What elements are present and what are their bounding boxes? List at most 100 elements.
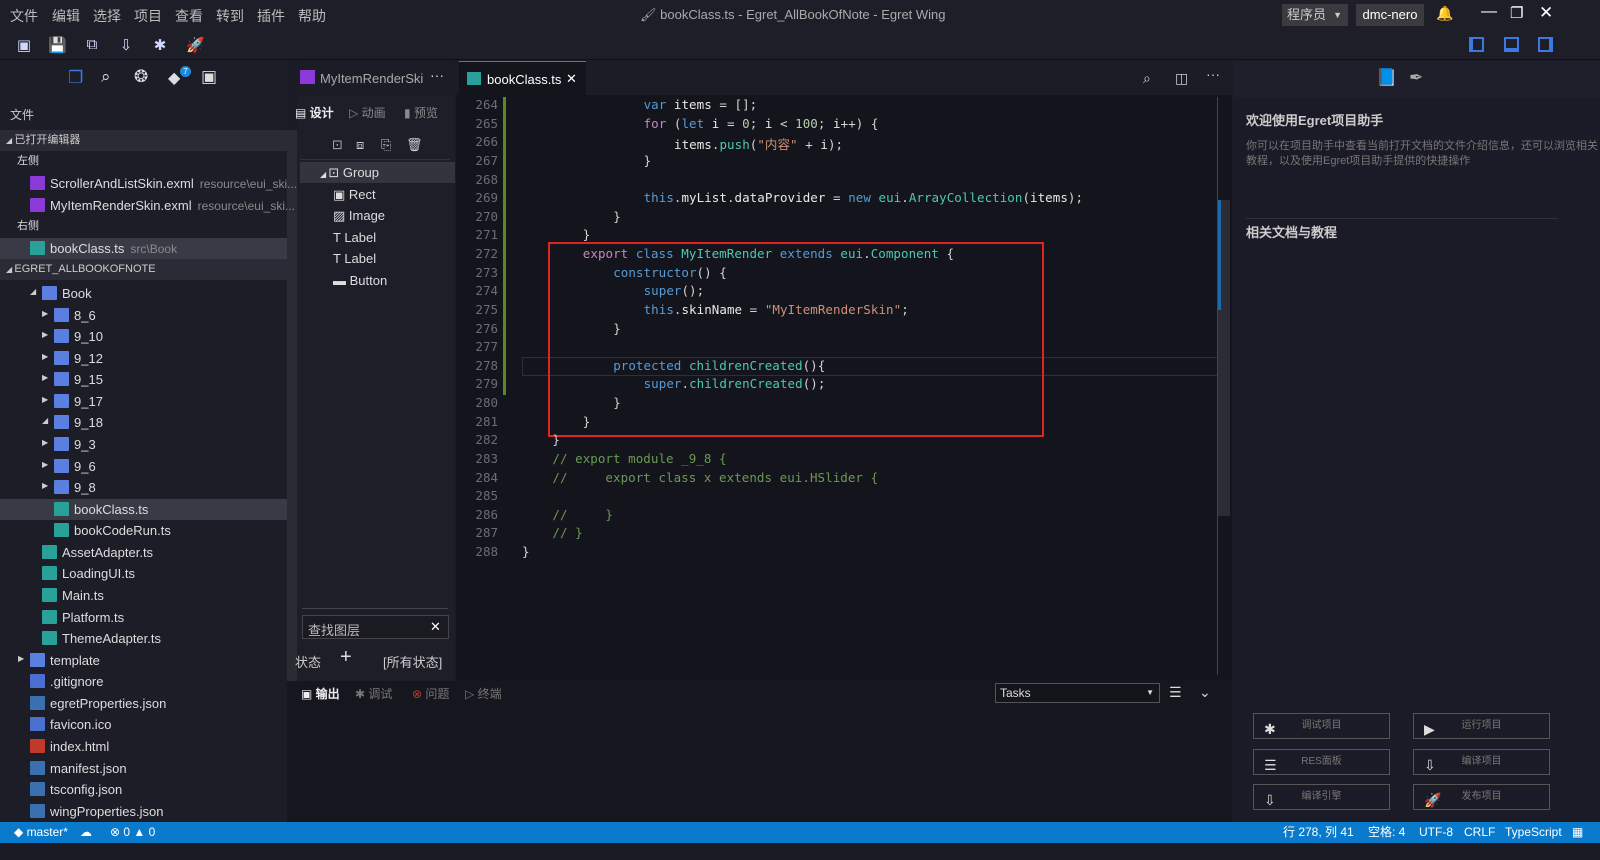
feather-icon[interactable]: ✒	[1409, 68, 1423, 88]
clear-icon[interactable]: ✕	[430, 619, 441, 635]
open-editor-item[interactable]: ScrollerAndListSkin.exml resource\eui_ski…	[0, 173, 297, 194]
chevron-down-icon[interactable]: ◢	[30, 287, 36, 296]
feedback-icon[interactable]: ▦	[1572, 822, 1583, 843]
tree-item[interactable]: AssetAdapter.ts	[0, 542, 287, 563]
chevron-right-icon[interactable]: ▶	[42, 309, 48, 318]
git-branch[interactable]: ◆ master*	[14, 822, 68, 843]
debug-icon[interactable]: ✱	[151, 36, 169, 54]
menu-1[interactable]: 编辑	[52, 6, 80, 26]
panel-tab-2[interactable]: ⊗ 问题	[412, 685, 449, 702]
toggle-right-panel-icon[interactable]	[1538, 37, 1553, 52]
ungroup-icon[interactable]: ⧈	[356, 137, 364, 153]
mode-tab-0[interactable]: ▤ 设计	[295, 104, 334, 121]
collapse-panel-icon[interactable]: ⌄	[1199, 684, 1211, 701]
mode-tab-2[interactable]: ▮ 预览	[404, 104, 438, 121]
toggle-sidebar-icon[interactable]	[1469, 37, 1484, 52]
tasks-select[interactable]: Tasks ▼	[995, 683, 1160, 703]
tree-item[interactable]: Main.ts	[0, 585, 287, 606]
build-icon[interactable]: ⇩	[117, 36, 135, 54]
tree-item[interactable]: Book	[0, 283, 287, 304]
menu-2[interactable]: 选择	[93, 6, 121, 26]
toggle-panel-icon[interactable]	[1504, 37, 1519, 52]
tree-item[interactable]: bookClass.ts	[0, 498, 287, 520]
book-icon[interactable]: 📘	[1376, 68, 1397, 88]
trash-icon[interactable]: 🗑	[406, 137, 423, 153]
close-tab-icon[interactable]: ✕	[566, 71, 577, 87]
explorer-icon[interactable]: ❐	[68, 68, 83, 88]
add-state-button[interactable]: +	[340, 646, 352, 669]
menu-5[interactable]: 转到	[216, 6, 244, 26]
role-select[interactable]: 程序员 ▼	[1282, 4, 1348, 26]
action-button[interactable]: ▶ 运行项目	[1413, 713, 1550, 739]
tree-item[interactable]: Platform.ts	[0, 607, 287, 628]
indentation[interactable]: 空格: 4	[1368, 822, 1405, 843]
chevron-right-icon[interactable]: ▶	[18, 654, 24, 663]
action-button[interactable]: ✱ 调试项目	[1253, 713, 1390, 739]
all-states-select[interactable]: [所有状态]	[383, 652, 442, 671]
publish-rocket-icon[interactable]: 🚀	[186, 36, 205, 54]
tree-item[interactable]: index.html	[0, 736, 287, 757]
chevron-right-icon[interactable]: ▶	[42, 395, 48, 404]
extensions-icon[interactable]: ❂	[134, 67, 148, 87]
menu-4[interactable]: 查看	[175, 6, 203, 26]
chevron-right-icon[interactable]: ▶	[42, 373, 48, 382]
mode-tab-1[interactable]: ▷ 动画	[349, 104, 386, 121]
action-button[interactable]: ⇩ 编译项目	[1413, 748, 1550, 775]
layer-item[interactable]: T Label	[300, 227, 455, 248]
chevron-right-icon[interactable]: ▶	[42, 352, 48, 361]
tree-item[interactable]: bookCodeRun.ts	[0, 520, 287, 541]
tree-item[interactable]: LoadingUI.ts	[0, 563, 287, 584]
find-icon[interactable]: ⌕	[1143, 70, 1151, 87]
panel-tab-3[interactable]: ▷ 终端	[465, 685, 502, 702]
action-button[interactable]: 🚀 发布项目	[1413, 784, 1550, 810]
action-button[interactable]: ⇩ 编译引擎	[1253, 784, 1390, 810]
chevron-down-icon[interactable]: ◢	[42, 416, 48, 425]
layer-item[interactable]: ▬ Button	[300, 270, 455, 291]
split-editor-icon[interactable]: ◫	[1175, 70, 1188, 87]
problems-indicator[interactable]: ⊗ 0 ▲ 0	[110, 822, 155, 843]
menu-6[interactable]: 插件	[257, 6, 285, 26]
layer-item[interactable]: ▣ Rect	[300, 184, 455, 205]
cursor-position[interactable]: 行 278, 列 41	[1283, 822, 1354, 843]
ts-file-icon[interactable]: ⎘	[381, 137, 391, 153]
action-button[interactable]: ☰ RES面板	[1253, 748, 1390, 775]
layer-search-input[interactable]: 查找图层 ✕	[302, 615, 449, 639]
more-icon[interactable]: ···	[430, 67, 444, 83]
user-button[interactable]: dmc-nero	[1356, 4, 1424, 26]
layer-item[interactable]: ◢ ⊡ Group	[300, 162, 455, 183]
layer-item[interactable]: T Label	[300, 248, 455, 269]
tree-item[interactable]: ThemeAdapter.ts	[0, 628, 287, 649]
group-layer-icon[interactable]: ⊡	[332, 137, 343, 153]
encoding[interactable]: UTF-8	[1419, 822, 1453, 843]
more-icon[interactable]: ···	[1206, 66, 1220, 82]
bell-icon[interactable]: 🔔	[1436, 5, 1453, 22]
chevron-right-icon[interactable]: ▶	[42, 481, 48, 490]
chevron-right-icon[interactable]: ▶	[42, 330, 48, 339]
search-icon[interactable]: ⌕	[101, 67, 111, 87]
panel-tab-1[interactable]: ✱ 调试	[355, 685, 392, 702]
minimize-button[interactable]: —	[1481, 3, 1497, 21]
tree-item[interactable]: manifest.json	[0, 758, 287, 779]
language-mode[interactable]: TypeScript	[1505, 822, 1562, 843]
tree-item[interactable]: favicon.ico	[0, 714, 287, 735]
line-ending[interactable]: CRLF	[1464, 822, 1495, 843]
git-icon[interactable]: ◆	[168, 68, 180, 88]
debug-view-icon[interactable]: ▣	[201, 67, 217, 87]
clear-output-icon[interactable]: ☰	[1169, 684, 1182, 701]
close-window-button[interactable]: ✕	[1539, 3, 1553, 23]
tree-item[interactable]: .gitignore	[0, 671, 287, 692]
save-icon[interactable]: 💾	[48, 36, 67, 54]
new-folder-icon[interactable]: ▣	[15, 36, 33, 54]
open-editors-header[interactable]: ◢ 已打开编辑器	[0, 130, 287, 151]
save-all-icon[interactable]: ⧉	[83, 36, 101, 54]
restore-button[interactable]: ❐	[1510, 4, 1523, 22]
menu-3[interactable]: 项目	[134, 6, 162, 26]
panel-tab-0[interactable]: ▣ 输出	[301, 685, 340, 702]
chevron-right-icon[interactable]: ▶	[42, 460, 48, 469]
project-header[interactable]: ◢ EGRET_ALLBOOKOFNOTE	[0, 259, 287, 280]
layer-item[interactable]: ▨ Image	[300, 205, 455, 226]
menu-0[interactable]: 文件	[10, 6, 38, 26]
tab-bookclass[interactable]: bookClass.ts ✕	[459, 61, 586, 95]
menu-7[interactable]: 帮助	[298, 6, 326, 26]
tree-item[interactable]: tsconfig.json	[0, 779, 287, 800]
